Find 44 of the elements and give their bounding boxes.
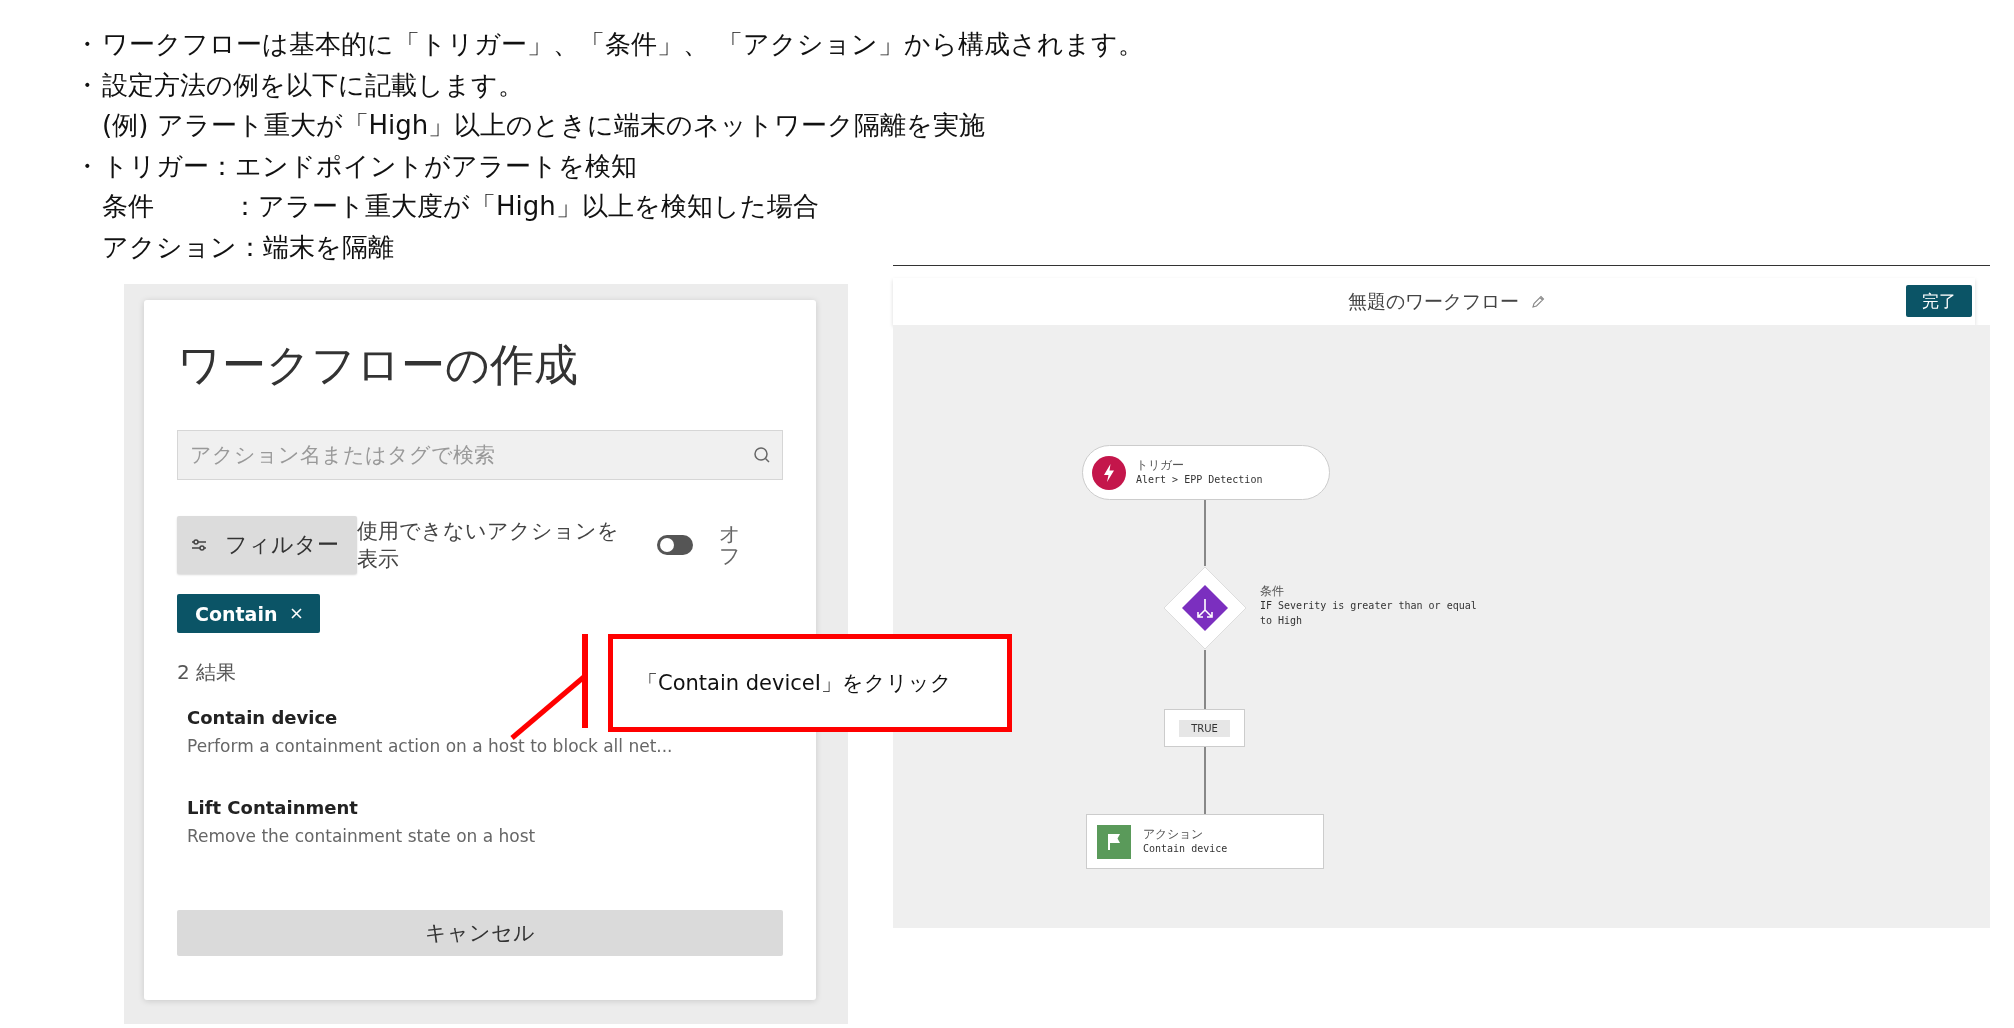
note-text: トリガー：エンドポイントがアラートを検知 xyxy=(102,150,637,181)
branch-icon xyxy=(1182,585,1228,631)
cancel-button[interactable]: キャンセル xyxy=(177,910,783,956)
note-text: アクション：端末を隔離 xyxy=(102,231,394,262)
node-text: Contain device xyxy=(1143,841,1228,856)
filter-button[interactable]: フィルター xyxy=(177,516,357,574)
note-text: 条件 ：アラート重大度が「High」以上を検知した場合 xyxy=(102,191,819,221)
connector xyxy=(1204,650,1206,709)
note-text: 設定方法の例を以下に記載します。 xyxy=(102,69,524,100)
note-text: ワークフローは基本的に「トリガー」、「条件」、 「アクション」から構成されます。 xyxy=(102,29,1145,59)
bullet-mark: ・ xyxy=(74,68,101,102)
sliders-icon xyxy=(191,538,207,552)
branch-node[interactable]: TRUE xyxy=(1164,709,1245,747)
note-text: (例) アラート重大が「High」以上のときに端末のネットワーク隔離を実施 xyxy=(102,110,986,140)
action-node[interactable]: アクション Contain device xyxy=(1086,814,1324,869)
node-label: アクション xyxy=(1143,827,1204,841)
trigger-node[interactable]: トリガー Alert > EPP Detection xyxy=(1082,445,1330,500)
search-icon xyxy=(753,446,771,464)
toggle-switch[interactable] xyxy=(657,535,693,555)
node-label: 条件 xyxy=(1260,585,1285,598)
branch-label: TRUE xyxy=(1179,719,1230,737)
pencil-icon[interactable] xyxy=(1530,294,1545,309)
node-label: トリガー xyxy=(1136,458,1185,472)
toggle-state: オフ xyxy=(719,523,741,567)
result-item[interactable]: Lift Containment Remove the containment state on a host xyxy=(177,794,546,866)
flag-icon xyxy=(1097,824,1131,859)
result-count: 2 結果 xyxy=(177,659,237,686)
condition-text: IF Severity is greater than or equal to High xyxy=(1260,599,1478,628)
callout-text: 「Contain deviceI」をクリック xyxy=(637,670,952,697)
search-field[interactable]: アクション名またはタグで検索 xyxy=(177,430,783,480)
node-text: Alert > EPP Detection xyxy=(1136,472,1263,487)
close-icon[interactable] xyxy=(291,608,303,619)
bullet-mark: ・ xyxy=(74,149,101,183)
result-item[interactable]: Contain device Perform a containment action on a host to block all net... xyxy=(177,704,683,776)
condition-node[interactable] xyxy=(1163,566,1247,650)
done-button[interactable]: 完了 xyxy=(1906,285,1972,317)
connector xyxy=(1204,500,1206,566)
lightning-icon xyxy=(1092,455,1126,490)
toggle-label: 使用できないアクションを表示 xyxy=(357,518,620,573)
bullet-mark: ・ xyxy=(74,28,101,61)
workflow-title: 無題のワークフロー xyxy=(1347,288,1519,314)
filter-chip[interactable]: Contain xyxy=(177,594,321,633)
dialog-title: ワークフローの作成 xyxy=(177,338,579,392)
connector xyxy=(1204,747,1206,814)
